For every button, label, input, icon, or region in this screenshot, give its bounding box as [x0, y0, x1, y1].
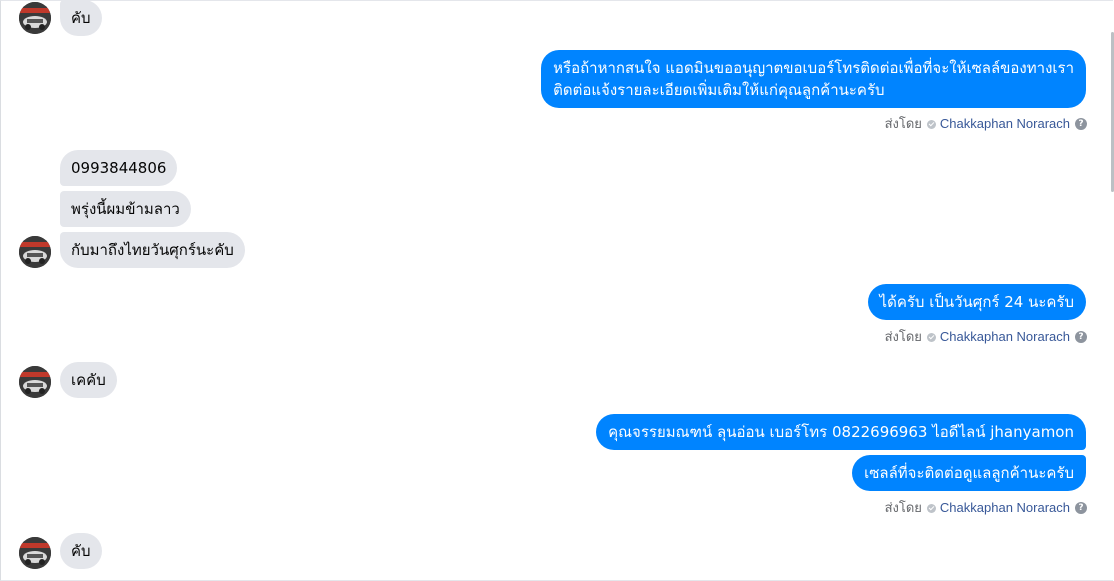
outgoing-message[interactable]: หรือถ้าหากสนใจ แอดมินขออนุญาตขอเบอร์โทรต…	[541, 50, 1086, 108]
sent-by-row: ส่งโดย Chakkaphan Norarach ?	[885, 329, 1087, 345]
incoming-message[interactable]: คับ	[60, 0, 102, 36]
sent-by-row: ส่งโดย Chakkaphan Norarach ?	[885, 500, 1087, 516]
incoming-message[interactable]: เคคับ	[60, 362, 117, 398]
question-circle-icon[interactable]: ?	[1075, 118, 1087, 130]
sender-name-link[interactable]: Chakkaphan Norarach	[940, 329, 1070, 345]
incoming-message[interactable]: กับมาถึงไทยวันศุกร์นะคับ	[60, 232, 245, 268]
message-line: ติดต่อแจ้งรายละเอียดเพิ่มเติมให้แก่คุณลู…	[553, 81, 885, 99]
outgoing-message[interactable]: คุณจรรยมณฑน์ ลุนอ่อน เบอร์โทร 0822696963…	[596, 414, 1086, 450]
check-circle-icon	[926, 119, 936, 129]
incoming-message[interactable]: 0993844806	[60, 150, 178, 186]
question-circle-icon[interactable]: ?	[1075, 502, 1087, 514]
incoming-message[interactable]: พรุ่งนี้ผมข้ามลาว	[60, 191, 191, 227]
sent-by-label: ส่งโดย	[884, 500, 922, 515]
incoming-message[interactable]: คับ	[60, 533, 102, 569]
check-circle-icon	[926, 503, 936, 513]
sent-by-label: ส่งโดย	[884, 329, 922, 344]
contact-avatar[interactable]	[19, 537, 51, 569]
sent-by-row: ส่งโดย Chakkaphan Norarach ?	[885, 116, 1087, 132]
sender-name-link[interactable]: Chakkaphan Norarach	[940, 116, 1070, 132]
check-circle-icon	[926, 332, 936, 342]
message-line: หรือถ้าหากสนใจ แอดมินขออนุญาตขอเบอร์โทรต…	[553, 59, 1074, 77]
contact-avatar[interactable]	[19, 2, 51, 34]
question-circle-icon[interactable]: ?	[1075, 331, 1087, 343]
sent-by-label: ส่งโดย	[884, 116, 922, 131]
sender-name-link[interactable]: Chakkaphan Norarach	[940, 500, 1070, 516]
outgoing-message[interactable]: เซลล์ที่จะติดต่อดูแลลูกค้านะครับ	[852, 455, 1086, 491]
contact-avatar[interactable]	[19, 366, 51, 398]
contact-avatar[interactable]	[19, 236, 51, 268]
outgoing-message[interactable]: ได้ครับ เป็นวันศุกร์ 24 นะครับ	[867, 284, 1086, 320]
